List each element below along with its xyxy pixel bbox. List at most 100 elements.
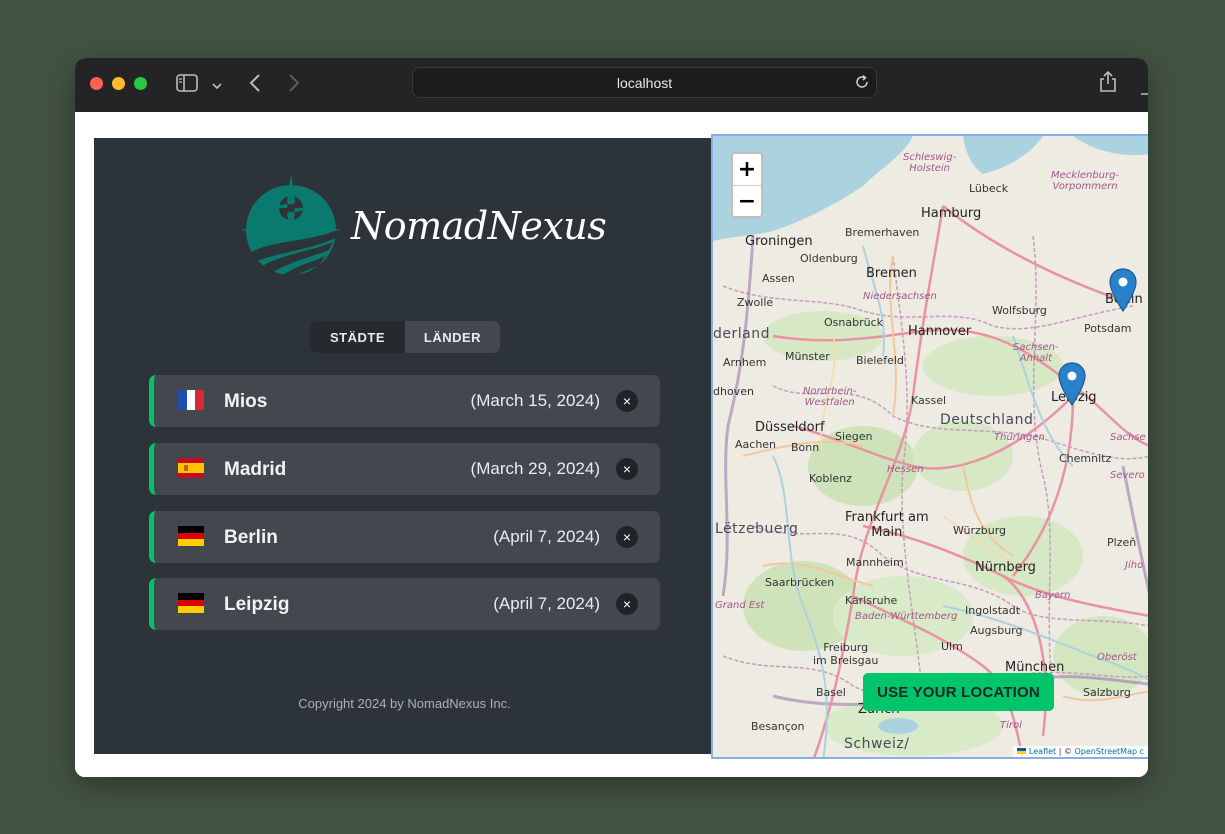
close-window-button[interactable] bbox=[90, 77, 103, 90]
map-label: Karlsruhe bbox=[845, 594, 898, 607]
map-label: Jiho bbox=[1125, 560, 1144, 571]
zoom-in-button[interactable]: + bbox=[733, 154, 761, 186]
map-label: Ingolstadt bbox=[965, 604, 1021, 617]
map-label: Augsburg bbox=[970, 624, 1023, 637]
map-label: Schweiz/ bbox=[844, 736, 910, 752]
city-item[interactable]: Berlin (April 7, 2024) × bbox=[149, 511, 660, 563]
map-container[interactable]: + − Schleswig- Holstein Lübeck Mecklenbu… bbox=[711, 134, 1148, 759]
map-label: Koblenz bbox=[809, 472, 852, 485]
map-label: Salzburg bbox=[1083, 686, 1131, 699]
map-tiles bbox=[713, 136, 1148, 757]
map-label: Besançon bbox=[751, 720, 805, 733]
city-date: (April 7, 2024) bbox=[493, 527, 600, 546]
copyright-text: Copyright 2024 by NomadNexus Inc. bbox=[298, 696, 511, 711]
map-label: Grand Est bbox=[715, 600, 765, 611]
use-location-button[interactable]: USE YOUR LOCATION bbox=[863, 673, 1054, 711]
attribution-separator: | © bbox=[1056, 747, 1075, 756]
map-label: Bielefeld bbox=[856, 354, 904, 367]
map-label: Bremen bbox=[866, 266, 917, 281]
minimize-window-button[interactable] bbox=[112, 77, 125, 90]
map-marker-leipzig[interactable] bbox=[1058, 362, 1086, 407]
share-icon[interactable] bbox=[1099, 70, 1117, 98]
map-label: Lëtzebuerg bbox=[715, 521, 799, 537]
map-label: Deutschland bbox=[940, 412, 1034, 428]
sidebar-toggle-icon[interactable] bbox=[176, 74, 198, 97]
maximize-window-button[interactable] bbox=[134, 77, 147, 90]
city-date: (March 15, 2024) bbox=[470, 391, 600, 410]
map-label: Nordrhein- Westfalen bbox=[803, 386, 857, 408]
map-label: Sachsen- Anhalt bbox=[1013, 342, 1059, 364]
map-label: Würzburg bbox=[953, 524, 1007, 537]
openstreetmap-link[interactable]: OpenStreetMap c bbox=[1075, 747, 1145, 756]
city-item[interactable]: Leipzig (April 7, 2024) × bbox=[149, 578, 660, 630]
browser-window: localhost NomadNexus STÄDTE LÄNDER Mios … bbox=[75, 58, 1148, 777]
leaflet-link[interactable]: Leaflet bbox=[1029, 747, 1056, 756]
map-label: Schleswig- Holstein bbox=[903, 152, 957, 174]
city-date: (March 29, 2024) bbox=[470, 459, 600, 478]
map-label: Bremerhaven bbox=[845, 226, 920, 239]
map-label: Ulm bbox=[941, 640, 963, 653]
map-label: Nürnberg bbox=[975, 560, 1036, 575]
map-label: Severo bbox=[1110, 470, 1145, 481]
flag-spain-icon bbox=[178, 458, 204, 483]
map-label: Oberöst bbox=[1097, 652, 1137, 663]
map-label: Bonn bbox=[791, 441, 820, 454]
forward-arrow-icon[interactable] bbox=[288, 73, 300, 98]
delete-city-button[interactable]: × bbox=[616, 593, 638, 615]
map-label: Hessen bbox=[887, 464, 924, 475]
zoom-out-button[interactable]: − bbox=[733, 186, 761, 217]
map-label: Tirol bbox=[1000, 720, 1022, 731]
map-label: Mannheim bbox=[846, 556, 904, 569]
logo-text: NomadNexus bbox=[351, 204, 607, 248]
map-label: Niedersachsen bbox=[863, 291, 937, 302]
map-label: Zwolle bbox=[737, 296, 774, 309]
map-label: Osnabrück bbox=[824, 316, 883, 329]
map-label: Frankfurt am Main bbox=[845, 510, 929, 540]
page-content: NomadNexus STÄDTE LÄNDER Mios (March 15,… bbox=[75, 112, 1148, 777]
delete-city-button[interactable]: × bbox=[616, 390, 638, 412]
delete-city-button[interactable]: × bbox=[616, 526, 638, 548]
map-label: Freiburg im Breisgau bbox=[813, 641, 879, 667]
new-tab-icon[interactable] bbox=[1141, 83, 1148, 101]
map-marker-berlin[interactable] bbox=[1109, 268, 1137, 313]
back-arrow-icon[interactable] bbox=[249, 73, 261, 98]
url-text: localhost bbox=[616, 75, 673, 91]
browser-toolbar: localhost bbox=[75, 58, 1148, 112]
tab-laender[interactable]: LÄNDER bbox=[405, 321, 500, 353]
map-label: Kassel bbox=[911, 394, 947, 407]
map-label: Siegen bbox=[835, 430, 873, 443]
map-label: dhoven bbox=[713, 385, 754, 398]
map-label: Saarbrücken bbox=[765, 576, 835, 589]
city-item[interactable]: Mios (March 15, 2024) × bbox=[149, 375, 660, 427]
city-date: (April 7, 2024) bbox=[493, 594, 600, 613]
map-label: Assen bbox=[762, 272, 795, 285]
map-label: Lübeck bbox=[969, 182, 1009, 195]
reload-icon[interactable] bbox=[854, 74, 870, 95]
zoom-control: + − bbox=[731, 152, 763, 218]
map-label: Baden-Württemberg bbox=[855, 611, 958, 622]
address-bar[interactable]: localhost bbox=[412, 67, 877, 98]
map-label: Chemnitz bbox=[1059, 452, 1112, 465]
flag-germany-icon bbox=[178, 526, 204, 551]
map-label: Sachse bbox=[1110, 432, 1146, 443]
map-label: Thüringen bbox=[994, 432, 1045, 443]
tab-staedte[interactable]: STÄDTE bbox=[310, 321, 405, 353]
city-item[interactable]: Madrid (March 29, 2024) × bbox=[149, 443, 660, 495]
map-label: Potsdam bbox=[1084, 322, 1132, 335]
map-label: Aachen bbox=[735, 438, 777, 451]
view-tabs: STÄDTE LÄNDER bbox=[310, 321, 500, 353]
app-logo[interactable]: NomadNexus bbox=[239, 170, 607, 285]
flag-germany-icon bbox=[178, 593, 204, 618]
city-name: Madrid bbox=[224, 459, 287, 480]
compass-logo-icon bbox=[241, 174, 341, 280]
delete-city-button[interactable]: × bbox=[616, 458, 638, 480]
city-name: Berlin bbox=[224, 527, 278, 548]
map-label: Münster bbox=[785, 350, 830, 363]
map-label: Hannover bbox=[908, 324, 972, 339]
map-label: Arnhem bbox=[723, 356, 767, 369]
map-attribution: Leaflet | © OpenStreetMap c bbox=[1013, 746, 1148, 757]
map-label: Düsseldorf bbox=[755, 420, 825, 435]
map-label: Bayern bbox=[1035, 590, 1071, 601]
map-label: derland bbox=[713, 326, 770, 342]
chevron-down-icon[interactable] bbox=[212, 77, 222, 95]
